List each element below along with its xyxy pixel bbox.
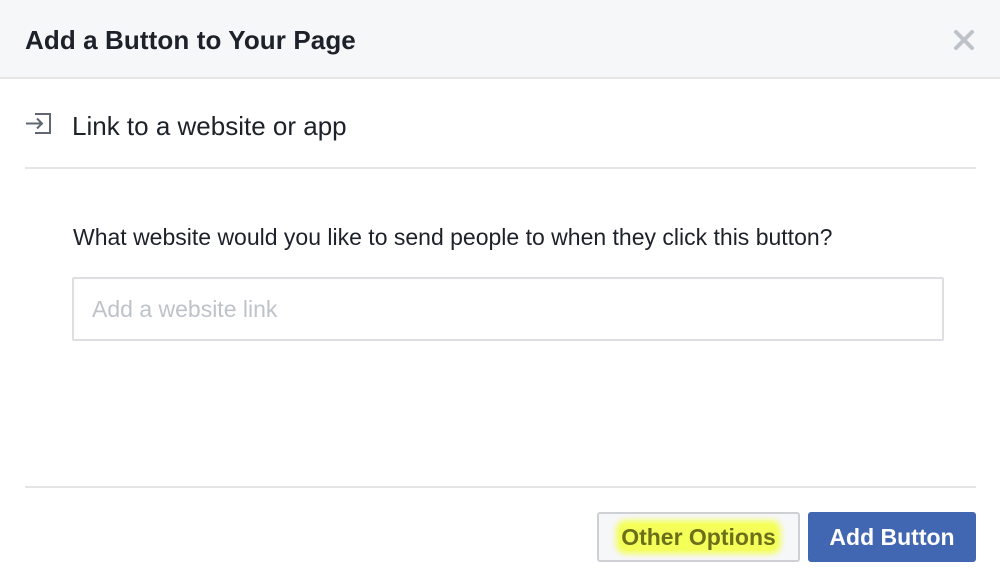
close-button[interactable] — [952, 28, 976, 52]
dialog-title: Add a Button to Your Page — [25, 25, 356, 55]
close-icon — [954, 30, 974, 50]
website-question: What website would you like to send peop… — [73, 224, 833, 250]
other-options-button[interactable]: Other Options — [597, 512, 800, 562]
website-link-input[interactable] — [72, 277, 944, 341]
other-options-label: Other Options — [620, 524, 777, 550]
option-label: Link to a website or app — [72, 111, 347, 141]
add-button-dialog: Add a Button to Your Page Link to a webs… — [0, 0, 1000, 585]
link-enter-icon — [25, 109, 55, 139]
footer-divider — [25, 486, 976, 488]
dialog-header: Add a Button to Your Page — [0, 0, 1000, 79]
add-button-button[interactable]: Add Button — [808, 512, 976, 562]
link-option-row[interactable]: Link to a website or app — [25, 80, 976, 169]
